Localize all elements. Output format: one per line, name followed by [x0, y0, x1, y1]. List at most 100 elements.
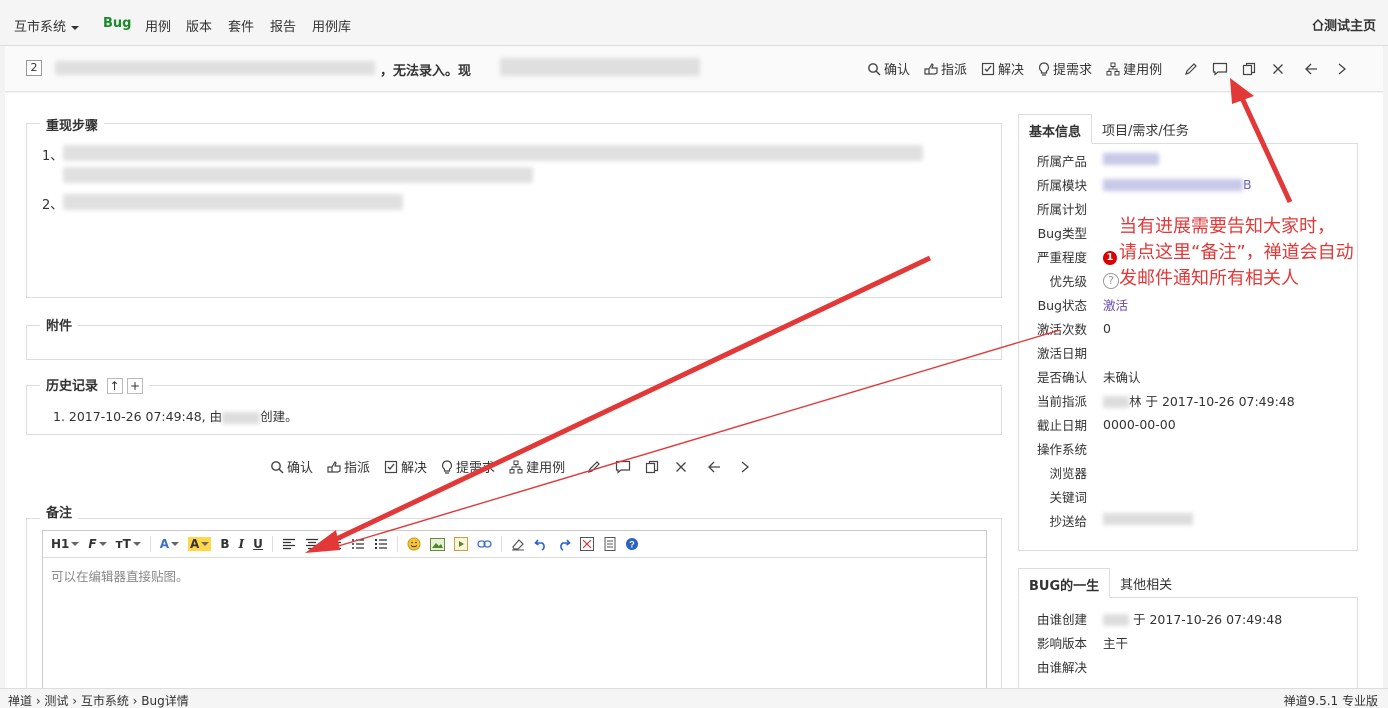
hand-point-icon: [327, 460, 341, 473]
confirm-button[interactable]: 确认: [867, 59, 910, 78]
field-deadline: 截止日期 0000-00-00: [1036, 416, 1176, 433]
redo-icon[interactable]: [557, 537, 571, 551]
nav-suite[interactable]: 套件: [228, 16, 254, 35]
blurred-step-2: [63, 194, 403, 210]
expand-plus-icon[interactable]: +: [127, 378, 144, 394]
version-label: 禅道9.5.1 专业版: [1283, 694, 1378, 708]
help-icon[interactable]: ?: [625, 537, 639, 551]
nav-bug[interactable]: Bug: [103, 16, 131, 31]
comment-icon[interactable]: [1211, 60, 1229, 78]
align-right-icon[interactable]: [328, 538, 342, 550]
tab-project-story-task[interactable]: 项目/需求/任务: [1092, 114, 1199, 143]
sitemap-icon: [509, 460, 523, 473]
chevron-right-icon[interactable]: [1333, 60, 1351, 78]
tab-basic-info[interactable]: 基本信息: [1018, 114, 1093, 144]
nav-testcase[interactable]: 用例: [145, 16, 171, 35]
chevron-right-icon[interactable]: [736, 458, 754, 476]
toolbar-divider: [149, 536, 151, 552]
to-story-button[interactable]: 提需求: [1038, 59, 1092, 78]
nav-report[interactable]: 报告: [270, 16, 296, 35]
create-case-button[interactable]: 建用例: [1106, 59, 1162, 78]
assign-button[interactable]: 指派: [924, 59, 967, 78]
nav-caselib[interactable]: 用例库: [312, 16, 351, 35]
font-color-dropdown[interactable]: A: [160, 537, 180, 551]
image-icon[interactable]: [429, 537, 445, 551]
undo-icon[interactable]: [534, 537, 548, 551]
template-icon[interactable]: [603, 537, 616, 551]
eraser-icon[interactable]: [511, 537, 525, 551]
heading-dropdown[interactable]: H1: [51, 537, 80, 551]
back-arrow-icon[interactable]: [1304, 60, 1322, 78]
blurred-bug-title: [55, 61, 375, 75]
copy-icon[interactable]: [643, 458, 661, 476]
close-icon[interactable]: [1269, 60, 1287, 78]
comment-editor[interactable]: H1 F тT A A B I U ? 可以在编辑器直接贴图。: [42, 530, 987, 690]
field-affected-build: 影响版本 主干: [1036, 635, 1129, 651]
bug-title-tail: ，无法录入。现: [380, 64, 472, 79]
sitemap-icon: [1106, 62, 1120, 75]
caret-down-icon: [71, 25, 80, 30]
search-icon: [271, 460, 284, 474]
field-keywords: 关键词: [1049, 489, 1087, 505]
lightbulb-icon: [1039, 61, 1050, 76]
lightbulb-icon: [442, 459, 453, 474]
create-case-button-2[interactable]: 建用例: [509, 457, 565, 476]
unordered-list-icon[interactable]: [374, 538, 388, 550]
emoji-icon[interactable]: [407, 537, 421, 551]
resolve-button-2[interactable]: 解决: [384, 457, 427, 476]
breadcrumb[interactable]: 禅道 › 测试 › 互市系统 › Bug详情: [8, 692, 189, 708]
nav-product-switcher[interactable]: 互市系统: [14, 16, 80, 35]
align-left-icon[interactable]: [282, 538, 296, 550]
field-confirmed: 是否确认 未确认: [1036, 369, 1141, 385]
to-story-button-2[interactable]: 提需求: [441, 457, 495, 476]
link-icon[interactable]: [477, 539, 492, 549]
bug-life-tabs: BUG的一生 其他相关: [1018, 568, 1358, 598]
back-arrow-icon[interactable]: [707, 458, 725, 476]
edit-pencil-icon[interactable]: [585, 458, 603, 476]
comment-icon[interactable]: [614, 458, 632, 476]
step-2-label: 2、: [42, 198, 64, 213]
copy-icon[interactable]: [1240, 60, 1258, 78]
field-opened-by: 由谁创建 于 2017-10-26 07:49:48: [1036, 611, 1283, 627]
ordered-list-icon[interactable]: [351, 538, 365, 550]
assign-button-2[interactable]: 指派: [327, 457, 370, 476]
middle-action-bar: 确认 指派 解决 提需求 建用例: [270, 457, 765, 476]
field-module: 所属模块 B: [1036, 176, 1252, 193]
toolbar-divider: [271, 536, 273, 552]
history-heading: 历史记录 ↑ +: [40, 375, 150, 394]
confirm-button-2[interactable]: 确认: [270, 457, 313, 476]
tab-bug-life[interactable]: BUG的一生: [1018, 568, 1111, 598]
step-1-label: 1、: [42, 149, 64, 164]
collapse-up-icon[interactable]: ↑: [106, 378, 123, 394]
editor-placeholder: 可以在编辑器直接贴图。: [51, 569, 189, 584]
font-family-dropdown[interactable]: F: [88, 537, 107, 551]
edit-pencil-icon[interactable]: [1182, 60, 1200, 78]
basic-info-panel: 所属产品 所属模块 B 所属计划 Bug类型 严重程度 1 优先级? Bug状态 激活…: [1018, 144, 1358, 551]
italic-button[interactable]: I: [239, 537, 245, 551]
bold-button[interactable]: B: [220, 537, 229, 551]
editor-toolbar: H1 F тT A A B I U ?: [43, 531, 986, 558]
nav-build[interactable]: 版本: [186, 16, 212, 35]
bg-color-dropdown[interactable]: A: [188, 537, 212, 551]
font-size-dropdown[interactable]: тT: [116, 537, 141, 551]
comment-heading: 备注: [40, 502, 79, 521]
resolve-button[interactable]: 解决: [981, 59, 1024, 78]
field-cc: 抄送给: [1019, 508, 1357, 532]
bug-title-bar: 2 ，无法录入。现 确认 指派 解决 提需求 建用例: [5, 46, 1383, 92]
align-center-icon[interactable]: [305, 538, 319, 550]
fullscreen-icon[interactable]: [579, 537, 594, 551]
severity-badge: 1: [1103, 250, 1117, 265]
hand-point-icon: [924, 62, 938, 75]
media-icon[interactable]: [453, 537, 468, 551]
field-activated-date: 激活日期: [1036, 345, 1087, 361]
underline-button[interactable]: U: [253, 537, 263, 551]
test-home-link[interactable]: 测试主页: [1312, 15, 1376, 34]
close-icon[interactable]: [672, 458, 690, 476]
checkbox-icon: [981, 62, 995, 75]
tab-other-related[interactable]: 其他相关: [1110, 568, 1182, 597]
history-entry: 1. 2017-10-26 07:49:48, 由创建。: [53, 409, 298, 424]
basic-info-tabs: 基本信息 项目/需求/任务: [1018, 114, 1358, 144]
priority-unknown-icon: ?: [1103, 272, 1119, 289]
field-browser: 浏览器: [1049, 465, 1087, 481]
field-status: Bug状态 激活: [1037, 297, 1129, 313]
